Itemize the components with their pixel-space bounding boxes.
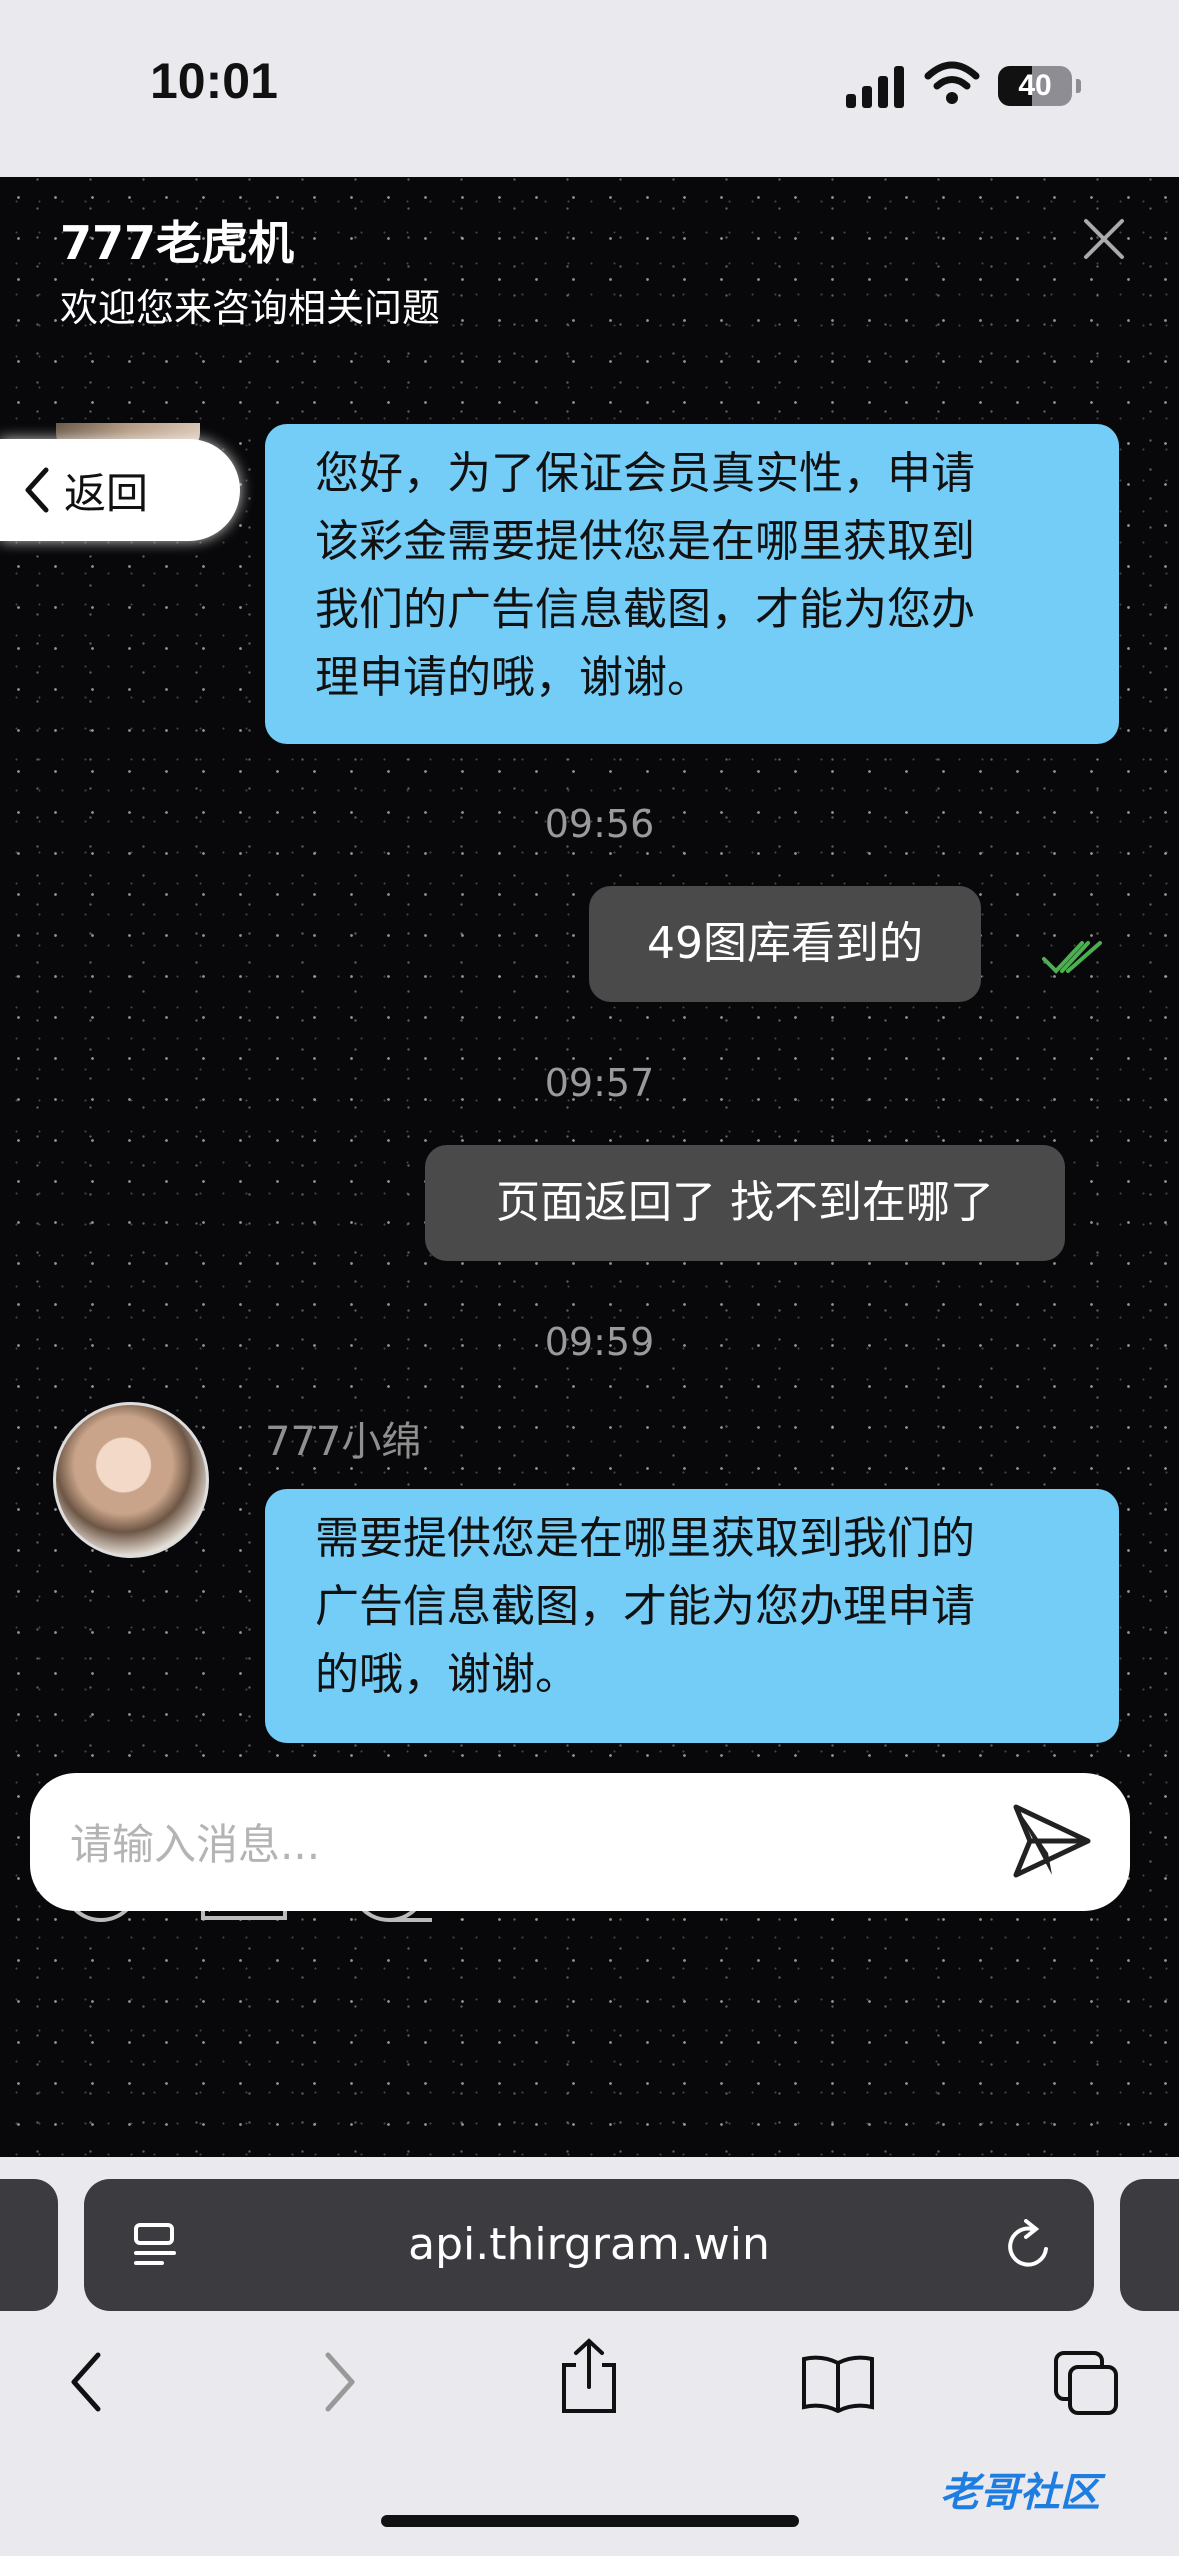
back-label: 返回 bbox=[64, 468, 149, 518]
back-button[interactable]: 返回 bbox=[0, 439, 240, 541]
reload-icon[interactable] bbox=[1002, 2219, 1054, 2273]
next-tab[interactable] bbox=[1120, 2179, 1179, 2311]
chat-panel: 777老虎机 欢迎您来咨询相关问题 您好，为了保证会员真实性，申请 该彩金需要提供… bbox=[0, 177, 1179, 2157]
address-bar[interactable]: api.thirgram.win bbox=[84, 2179, 1094, 2311]
home-indicator bbox=[381, 2515, 799, 2527]
close-icon[interactable] bbox=[1078, 213, 1130, 265]
share-icon[interactable] bbox=[556, 2337, 622, 2417]
incoming-message: 您好，为了保证会员真实性，申请 该彩金需要提供您是在哪里获取到 我们的广告信息截图… bbox=[265, 424, 1119, 744]
sender-name: 777小绵 bbox=[265, 1419, 422, 1465]
double-check-icon bbox=[1042, 941, 1102, 974]
outgoing-message: 页面返回了 找不到在哪了 bbox=[425, 1145, 1065, 1261]
clock: 10:01 bbox=[150, 53, 278, 109]
url-text: api.thirgram.win bbox=[408, 2219, 770, 2270]
timestamp: 09:56 bbox=[544, 802, 655, 846]
outgoing-message: 49图库看到的 bbox=[589, 886, 981, 1002]
forward-nav-icon[interactable] bbox=[320, 2349, 360, 2415]
avatar bbox=[53, 1402, 209, 1558]
previous-tab[interactable] bbox=[0, 2179, 58, 2311]
incoming-message: 需要提供您是在哪里获取到我们的 广告信息截图，才能为您办理申请 的哦，谢谢。 bbox=[265, 1489, 1119, 1743]
timestamp: 09:57 bbox=[544, 1061, 655, 1105]
send-icon[interactable] bbox=[1012, 1803, 1092, 1879]
bookmarks-icon[interactable] bbox=[800, 2353, 876, 2413]
message-input[interactable]: 请输入消息... bbox=[70, 1811, 320, 1872]
timestamp: 09:59 bbox=[544, 1320, 655, 1364]
watermark-logo: 老哥社区 bbox=[940, 2470, 1100, 2516]
chat-title: 777老虎机 bbox=[60, 216, 295, 270]
back-nav-icon[interactable] bbox=[66, 2349, 106, 2415]
status-bar: 10:01 40 bbox=[0, 0, 1179, 177]
chat-subtitle: 欢迎您来咨询相关问题 bbox=[60, 286, 441, 330]
message-input-box[interactable]: 请输入消息... bbox=[30, 1773, 1130, 1911]
chevron-left-icon bbox=[25, 467, 49, 513]
signal-icon bbox=[846, 64, 908, 108]
wifi-icon bbox=[924, 61, 980, 104]
battery-indicator: 40 bbox=[998, 66, 1081, 106]
tabs-icon[interactable] bbox=[1052, 2349, 1122, 2419]
